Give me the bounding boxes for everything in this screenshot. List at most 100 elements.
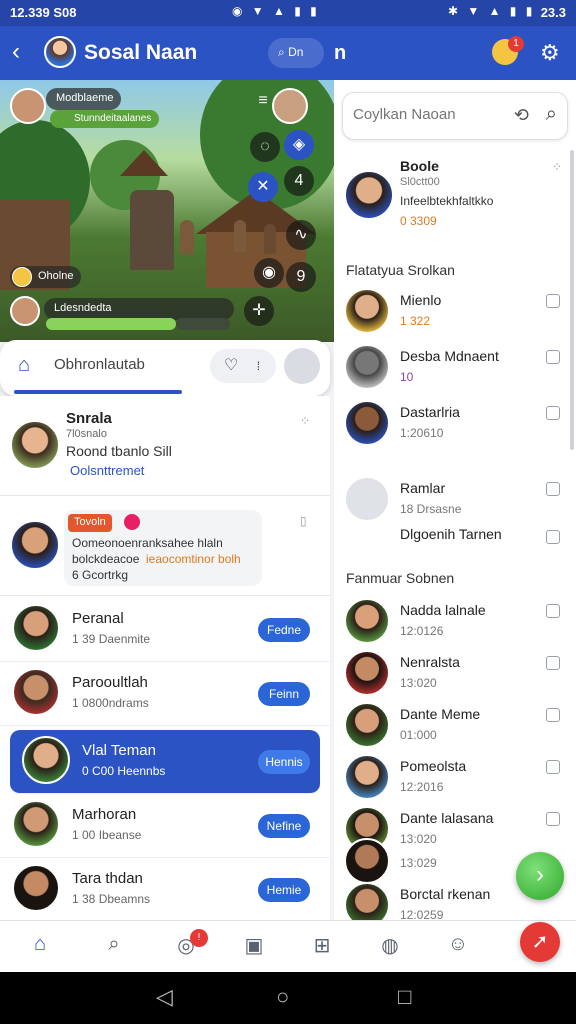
contact-row[interactable]: Nenralsta 13:020 <box>334 648 576 704</box>
heart-icon[interactable]: ♡ <box>224 357 238 374</box>
chat-avatar[interactable] <box>12 604 60 652</box>
chat-row-selected[interactable]: Vlal Teman 0 C00 Heennbs Hennis <box>10 730 320 794</box>
wave-icon[interactable]: ∿ <box>286 220 316 250</box>
search-box[interactable]: ⟲ ⌕ <box>342 92 568 140</box>
contact-checkbox[interactable] <box>546 604 560 618</box>
chat-badge: ! <box>190 929 208 947</box>
contact-checkbox[interactable] <box>546 708 560 722</box>
joystick-icon[interactable]: ◉ <box>254 258 284 288</box>
chat-row[interactable]: Marhoran 1 00 Ibeanse Nefine <box>0 794 330 858</box>
crosshair-icon[interactable]: ✛ <box>244 296 274 326</box>
chat-avatar[interactable] <box>12 668 60 716</box>
feed-post[interactable]: Tovoln Oomeonoenranksahee hlaln bolckdea… <box>0 496 330 596</box>
chat-action-button[interactable]: Hennis <box>258 750 310 774</box>
four-icon[interactable]: 4 <box>284 166 314 196</box>
contact-name: Dlgoenih Tarnen <box>400 526 502 542</box>
contact-avatar[interactable] <box>344 838 390 884</box>
chat-avatar[interactable] <box>12 864 60 912</box>
search-button[interactable]: ⌕ Dn <box>268 38 324 68</box>
search-input[interactable] <box>353 106 501 123</box>
contact-row[interactable]: Dlgoenih Tarnen <box>334 520 576 576</box>
contact-row[interactable]: Dante Meme 01:000 <box>334 700 576 756</box>
search-icon[interactable]: ⌕ <box>546 103 557 126</box>
recents-nav-icon[interactable]: □ <box>398 984 411 1010</box>
link-icon[interactable]: ⟲ <box>514 105 529 126</box>
back-arrow-icon[interactable]: ‹ <box>12 38 20 66</box>
home-nav-icon[interactable]: ○ <box>276 984 289 1010</box>
chat-row[interactable]: Tara thdan 1 38 Dbeamns Hemie <box>0 858 330 922</box>
contact-menu-icon[interactable]: ⁘ <box>552 160 562 174</box>
chat-row[interactable]: Parooultlah 1 0800ndrams Feinn <box>0 662 330 726</box>
game-scene[interactable]: Modblaeme Stunndeitaalanes ≡ ◈ ◌ 4 ✕ ∿ 9… <box>0 80 334 342</box>
dots-icon[interactable]: ⁞ <box>257 359 260 373</box>
contact-avatar[interactable] <box>344 288 390 334</box>
gallery-icon[interactable]: ▣ <box>240 933 268 961</box>
chat-action-button[interactable]: Fedne <box>258 618 310 642</box>
shield-icon[interactable]: ◍ <box>376 933 404 961</box>
ring-icon[interactable]: ◌ <box>250 132 280 162</box>
contact-checkbox[interactable] <box>546 812 560 826</box>
post-menu-icon[interactable]: ▯ <box>300 514 307 528</box>
chat-name: Tara thdan <box>72 870 143 887</box>
contact-avatar[interactable] <box>344 598 390 644</box>
menu-icon[interactable]: ≡ <box>248 86 278 116</box>
send-fab-button[interactable]: › <box>516 852 564 900</box>
post-menu-icon[interactable]: ⁘ <box>300 414 310 428</box>
contact-row[interactable]: Nadda lalnale 12:0126 <box>334 596 576 652</box>
chat-action-button[interactable]: Nefine <box>258 814 310 838</box>
left-app-bar: ‹ Sosal Naan ⌕ Dn <box>0 26 334 80</box>
chat-avatar[interactable] <box>12 800 60 848</box>
cross-icon[interactable]: ✕ <box>248 172 278 202</box>
contact-checkbox[interactable] <box>546 656 560 670</box>
contact-row[interactable]: Pomeolsta 12:2016 <box>334 752 576 808</box>
contact-checkbox[interactable] <box>546 406 560 420</box>
home-tab-icon[interactable]: ⌂ <box>18 354 42 378</box>
contact-checkbox[interactable] <box>546 760 560 774</box>
compose-fab-button[interactable]: ➚ <box>520 922 560 962</box>
contact-name: Pomeolsta <box>400 758 467 774</box>
contact-avatar[interactable] <box>344 650 390 696</box>
tab-label[interactable]: Obhronlautab <box>54 356 145 373</box>
contact-checkbox[interactable] <box>546 482 560 496</box>
contact-row[interactable]: Dastarlria 1:20610 <box>334 398 576 454</box>
chat-name: Vlal Teman <box>82 742 156 759</box>
contact-row[interactable]: Mienlo 1 322 <box>334 286 576 342</box>
post-avatar[interactable] <box>10 420 60 470</box>
player-sub-chip: Stunndeitaalanes <box>50 110 160 128</box>
contact-avatar[interactable] <box>344 344 390 390</box>
post-link[interactable]: Oolsnttremet <box>70 463 144 478</box>
contact-checkbox[interactable] <box>546 294 560 308</box>
opponent-avatar[interactable] <box>272 88 308 124</box>
contact-checkbox[interactable] <box>546 530 560 544</box>
reaction-pill[interactable]: ♡ ⁞ <box>210 349 276 383</box>
contact-avatar[interactable] <box>344 170 394 220</box>
contact-checkbox[interactable] <box>546 350 560 364</box>
contact-avatar[interactable] <box>344 400 390 446</box>
post-avatar[interactable] <box>10 520 60 570</box>
chat-action-button[interactable]: Hemie <box>258 878 310 902</box>
contact-avatar[interactable] <box>344 702 390 748</box>
search-icon[interactable]: ⌕ <box>100 933 128 961</box>
feed-post[interactable]: Snrala 7l0snalo Roond tbanlo Sill Oolsnt… <box>0 396 330 496</box>
profile-avatar[interactable] <box>44 36 76 68</box>
profile-icon[interactable]: ☺ <box>444 933 472 961</box>
featured-contact[interactable]: Boole Sl0ctt00 Infeelbtekhfaltkko 0 3309… <box>334 156 576 232</box>
contact-avatar[interactable] <box>344 476 390 522</box>
gear-icon[interactable]: ⚙ <box>540 40 560 66</box>
grid-icon[interactable]: ⊞ <box>308 933 336 961</box>
contact-row[interactable]: Desba Mdnaent 10 <box>334 342 576 398</box>
chat-avatar[interactable] <box>22 736 70 784</box>
scrollbar[interactable] <box>570 150 574 450</box>
more-button[interactable] <box>284 348 320 384</box>
bottom-avatar[interactable] <box>10 296 40 326</box>
chat-action-button[interactable]: Feinn <box>258 682 310 706</box>
player-avatar[interactable] <box>10 88 46 124</box>
contact-avatar[interactable] <box>344 754 390 800</box>
chat-row[interactable]: Peranal 1 39 Daenmite Fedne <box>0 598 330 662</box>
back-nav-icon[interactable]: ◁ <box>156 984 173 1010</box>
game-character[interactable] <box>130 190 174 270</box>
home-icon[interactable]: ⌂ <box>26 933 54 961</box>
chat-sub: 1 39 Daenmite <box>72 632 151 646</box>
nine-icon[interactable]: 9 <box>286 262 316 292</box>
map-icon[interactable]: ◈ <box>284 130 314 160</box>
